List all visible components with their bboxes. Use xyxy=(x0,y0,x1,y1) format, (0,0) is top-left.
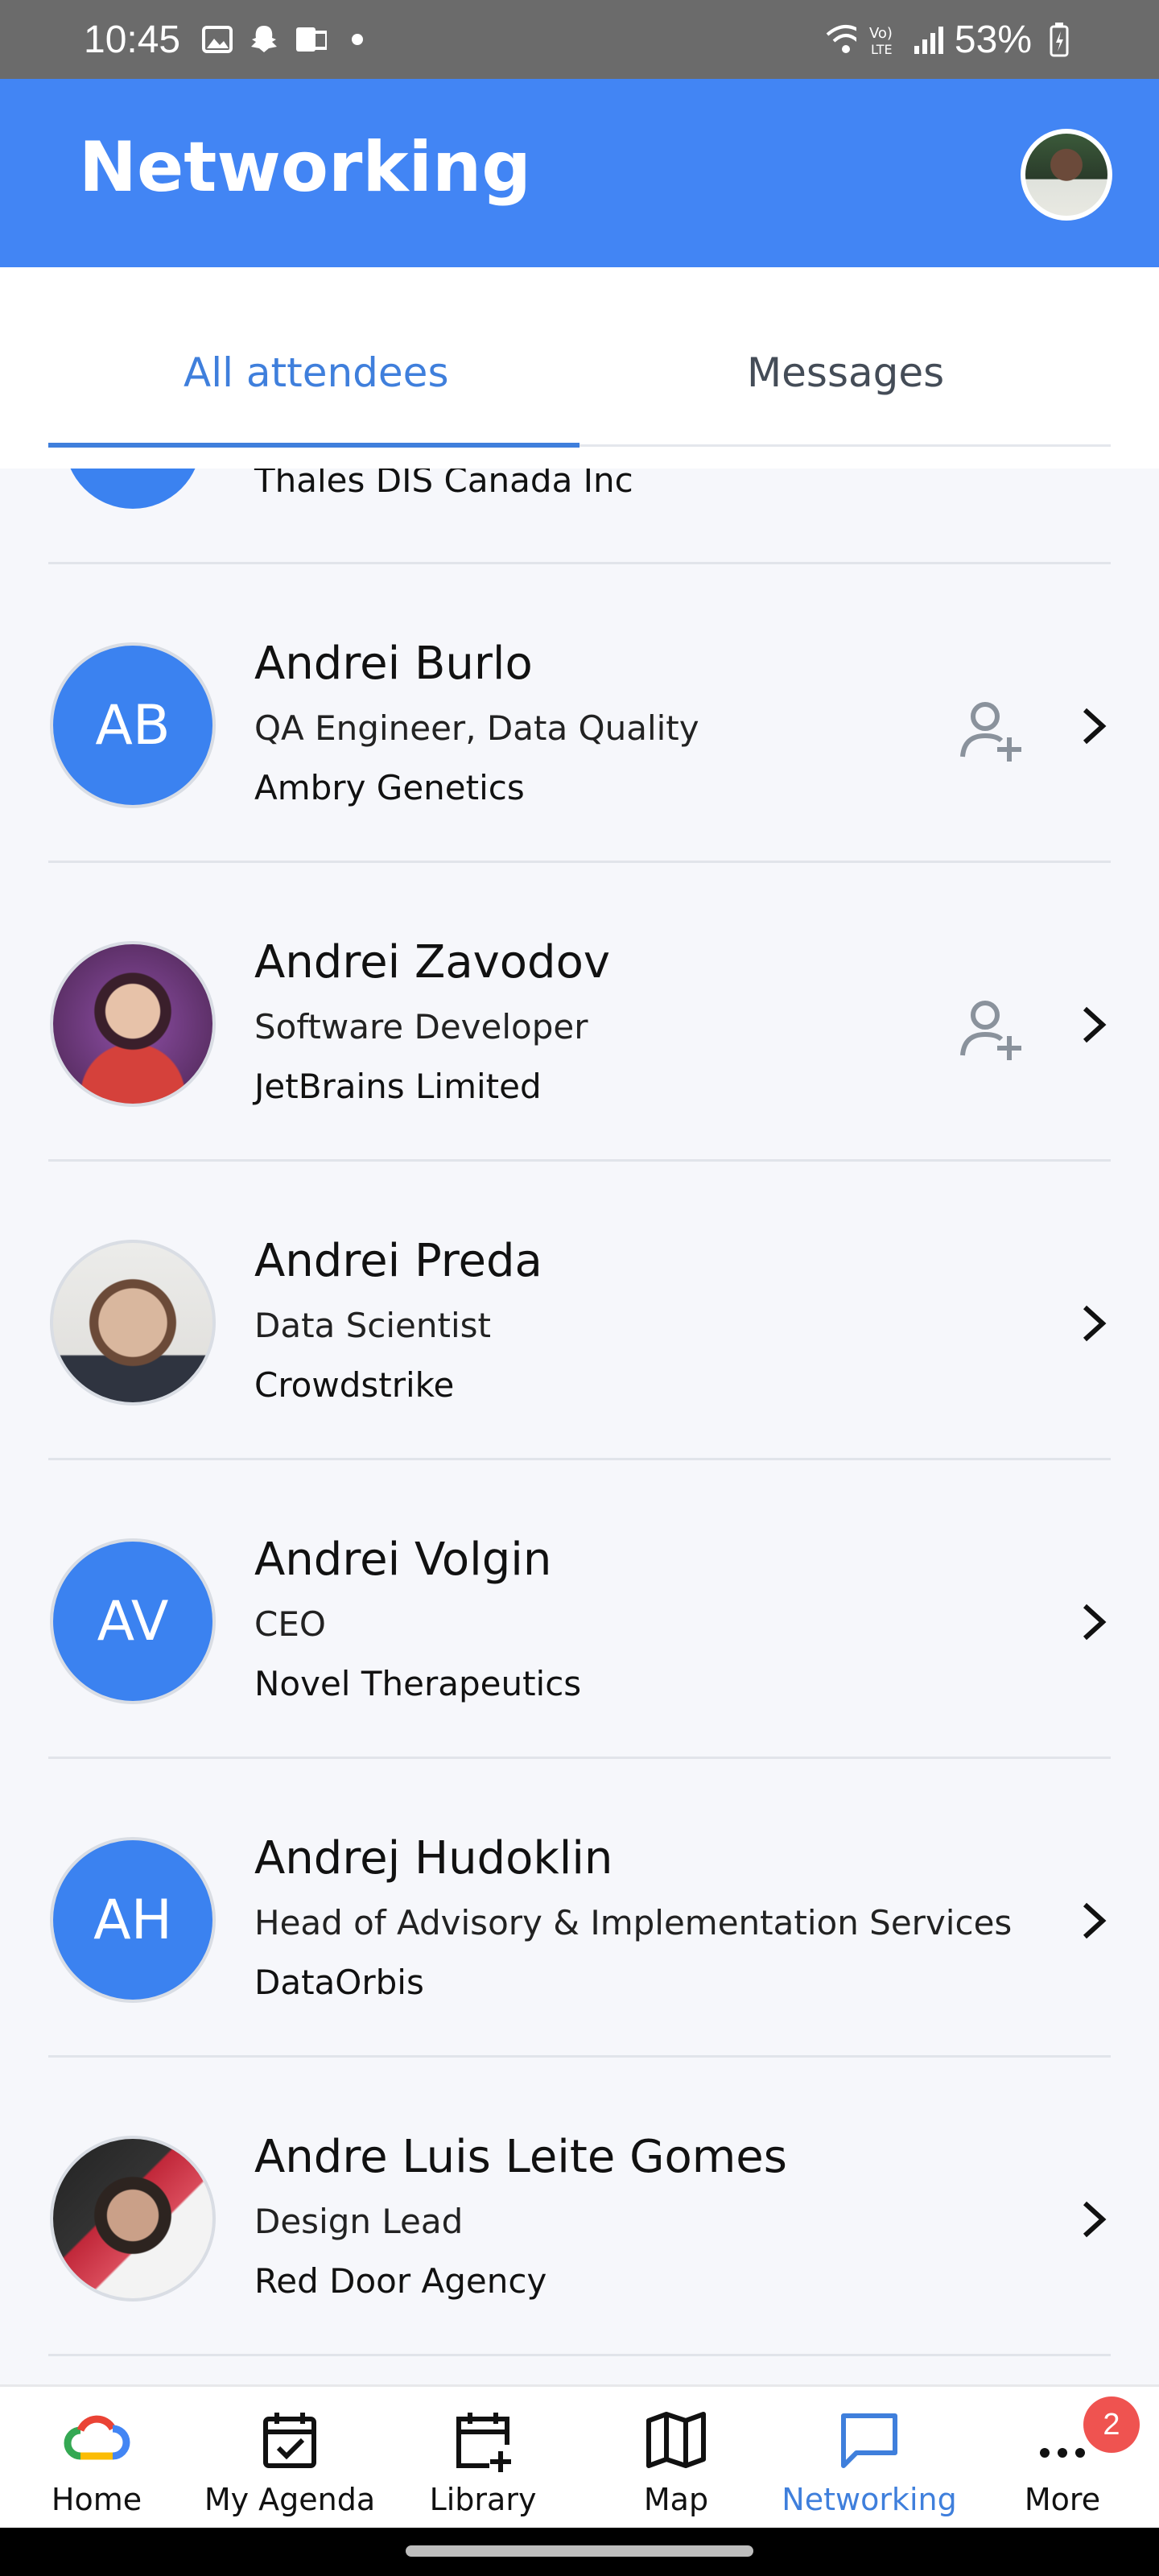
bottom-nav: Home My Agenda Library Map Networking Mo… xyxy=(0,2384,1159,2528)
volte-icon: Vo) LTE xyxy=(868,23,900,57)
dot-icon xyxy=(341,23,373,56)
attendee-company: Crowdstrike xyxy=(254,1365,455,1405)
google-cloud-icon xyxy=(64,2415,130,2460)
nav-label: Home xyxy=(51,2482,142,2517)
chevron-right-icon[interactable] xyxy=(1070,1600,1116,1645)
attendee-name: Andrej Hudoklin xyxy=(254,1832,613,1885)
tab-messages[interactable]: Messages xyxy=(747,349,944,396)
notification-badge: 2 xyxy=(1083,2396,1140,2453)
list-item[interactable]: Andre Luis Leite Gomes Design Lead Red D… xyxy=(0,2055,1159,2354)
battery-percent: 53% xyxy=(954,18,1032,61)
add-contact-icon[interactable] xyxy=(956,993,1029,1065)
profile-avatar[interactable] xyxy=(1021,129,1112,221)
notification-icons xyxy=(201,23,373,56)
calendar-add-icon xyxy=(456,2413,511,2472)
attendee-title: Design Lead xyxy=(254,2202,464,2241)
nav-library[interactable]: Library xyxy=(394,2406,571,2527)
chevron-right-icon[interactable] xyxy=(1070,1301,1116,1346)
divider xyxy=(48,861,1111,863)
attendee-company: DataOrbis xyxy=(254,1963,424,2002)
tab-bar: All attendees Messages xyxy=(0,267,1159,469)
nav-label: Networking xyxy=(782,2482,957,2517)
attendee-title: Data Scientist xyxy=(254,1306,491,1345)
divider xyxy=(48,2354,1111,2356)
chevron-right-icon[interactable] xyxy=(1070,1898,1116,1943)
nav-networking[interactable]: Networking xyxy=(781,2406,958,2527)
calendar-check-icon xyxy=(263,2413,316,2468)
list-item[interactable]: AV Andrei Volgin CEO Novel Therapeutics xyxy=(0,1458,1159,1757)
list-end xyxy=(0,2354,1159,2384)
avatar: AB xyxy=(50,642,216,808)
avatar xyxy=(50,2136,216,2301)
divider xyxy=(48,1159,1111,1162)
chevron-right-icon[interactable] xyxy=(1070,2197,1116,2242)
avatar: AH xyxy=(50,1837,216,2003)
add-contact-icon[interactable] xyxy=(956,694,1029,766)
attendee-title: Software Developer xyxy=(254,1007,588,1046)
avatar xyxy=(64,469,201,509)
outlook-icon xyxy=(295,23,328,56)
nav-label: Map xyxy=(643,2482,709,2517)
signal-icon xyxy=(911,23,943,56)
list-item[interactable]: Andrei Preda Data Scientist Crowdstrike xyxy=(0,1159,1159,1458)
gesture-area xyxy=(0,2528,1159,2576)
page-title: Networking xyxy=(79,127,531,208)
tab-all-attendees[interactable]: All attendees xyxy=(184,349,449,396)
map-icon xyxy=(646,2412,706,2468)
nav-label: More xyxy=(1024,2482,1101,2517)
svg-text:Vo): Vo) xyxy=(869,25,893,42)
avatar: AV xyxy=(50,1538,216,1704)
attendee-name: Andrei Volgin xyxy=(254,1534,552,1586)
attendee-company: Red Door Agency xyxy=(254,2261,547,2301)
list-item[interactable]: Andrei Zavodov Software Developer JetBra… xyxy=(0,861,1159,1159)
attendee-company: JetBrains Limited xyxy=(254,1067,542,1106)
attendee-name: Andre Luis Leite Gomes xyxy=(254,2131,787,2183)
nav-label: Library xyxy=(429,2482,537,2517)
svg-text:LTE: LTE xyxy=(871,42,893,57)
attendee-title: CEO xyxy=(254,1604,326,1644)
divider xyxy=(48,562,1111,564)
status-bar: 10:45 Vo) LTE 53% xyxy=(0,0,1159,79)
divider xyxy=(48,2055,1111,2058)
nav-label: My Agenda xyxy=(204,2482,376,2517)
divider xyxy=(48,1458,1111,1460)
attendee-company: Novel Therapeutics xyxy=(254,1664,582,1703)
nav-home[interactable]: Home xyxy=(8,2406,185,2527)
attendee-company: Ambry Genetics xyxy=(254,768,525,807)
app-header: Networking xyxy=(0,79,1159,267)
list-item[interactable]: AB Andrei Burlo QA Engineer, Data Qualit… xyxy=(0,562,1159,861)
attendee-title: Head of Advisory & Implementation Servic… xyxy=(254,1903,1013,1942)
avatar xyxy=(50,941,216,1107)
nav-my-agenda[interactable]: My Agenda xyxy=(201,2406,378,2527)
attendee-name: Andrei Zavodov xyxy=(254,936,610,989)
system-icons: Vo) LTE 53% xyxy=(824,18,1075,62)
tab-indicator xyxy=(48,443,580,448)
battery-icon xyxy=(1043,23,1075,57)
list-item[interactable]: AH Andrej Hudoklin Head of Advisory & Im… xyxy=(0,1757,1159,2055)
snapchat-icon xyxy=(248,23,280,56)
divider xyxy=(48,1757,1111,1759)
attendee-title: QA Engineer, Data Quality xyxy=(254,708,699,748)
attendee-company: Thales DIS Canada Inc xyxy=(254,469,633,500)
attendee-name: Andrei Burlo xyxy=(254,638,533,690)
list-item-partial[interactable]: Thales DIS Canada Inc xyxy=(0,469,1159,562)
chevron-right-icon[interactable] xyxy=(1070,704,1116,749)
chevron-right-icon[interactable] xyxy=(1070,1002,1116,1047)
home-gesture-bar[interactable] xyxy=(406,2545,753,2557)
chat-icon xyxy=(841,2413,897,2468)
nav-more[interactable]: More 2 xyxy=(974,2396,1151,2527)
status-time: 10:45 xyxy=(84,18,181,61)
nav-map[interactable]: Map xyxy=(588,2406,765,2527)
wifi-icon xyxy=(824,23,856,56)
attendee-name: Andrei Preda xyxy=(254,1235,542,1287)
avatar xyxy=(50,1240,216,1406)
attendee-list[interactable]: Thales DIS Canada Inc AB Andrei Burlo QA… xyxy=(0,469,1159,2384)
image-icon xyxy=(201,23,233,56)
